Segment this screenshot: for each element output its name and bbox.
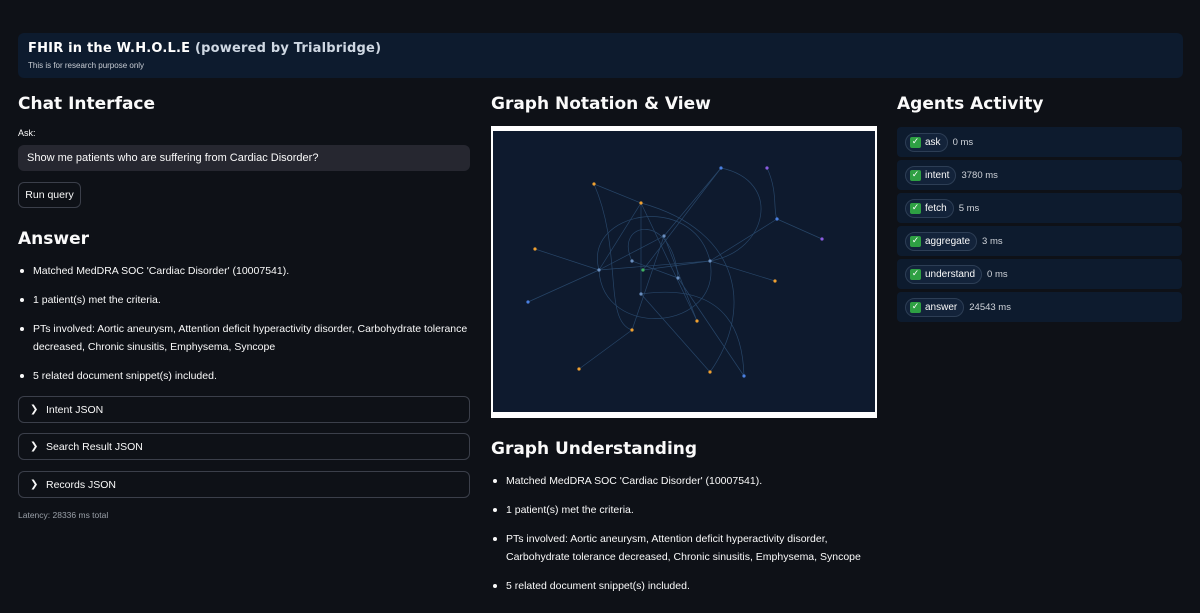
- chevron-right-icon: ❯: [30, 441, 39, 452]
- answer-item: Matched MedDRA SOC 'Cardiac Disorder' (1…: [18, 262, 478, 280]
- agent-badge: ✓ intent: [905, 165, 957, 185]
- agent-name: fetch: [925, 202, 947, 214]
- graph-node[interactable]: [630, 259, 634, 263]
- agent-card-intent: ✓ intent 3780 ms: [897, 160, 1182, 190]
- graph-node[interactable]: [765, 166, 769, 170]
- check-icon: ✓: [910, 301, 921, 313]
- agent-duration: 0 ms: [987, 268, 1008, 280]
- expander-records-json[interactable]: ❯ Records JSON: [18, 471, 470, 498]
- agents-heading: Agents Activity: [897, 94, 1044, 114]
- graph-node[interactable]: [676, 276, 680, 280]
- agent-name: intent: [925, 169, 950, 181]
- graph-node[interactable]: [708, 259, 712, 263]
- agent-card-ask: ✓ ask 0 ms: [897, 127, 1182, 157]
- agent-card-answer: ✓ answer 24543 ms: [897, 292, 1182, 322]
- app-title: FHIR in the W.H.O.L.E (powered by Trialb…: [28, 41, 1173, 56]
- agent-badge: ✓ answer: [905, 297, 965, 317]
- agent-card-aggregate: ✓ aggregate 3 ms: [897, 226, 1182, 256]
- graph-node[interactable]: [526, 300, 530, 304]
- agent-name: understand: [925, 268, 976, 280]
- agent-badge: ✓ ask: [905, 132, 948, 152]
- graph-node[interactable]: [577, 367, 581, 371]
- graph-node[interactable]: [630, 328, 634, 332]
- chat-heading: Chat Interface: [18, 94, 156, 114]
- answer-item: PTs involved: Aortic aneurysm, Attention…: [18, 320, 478, 356]
- run-query-button[interactable]: Run query: [18, 182, 81, 208]
- agent-name: answer: [925, 301, 958, 313]
- graph-node[interactable]: [639, 292, 643, 296]
- chevron-right-icon: ❯: [30, 404, 39, 415]
- agent-duration: 3780 ms: [961, 169, 998, 181]
- query-input[interactable]: [18, 145, 470, 171]
- graph-node[interactable]: [639, 201, 643, 205]
- latency-text: Latency: 28336 ms total: [18, 510, 109, 520]
- expander-label: Search Result JSON: [46, 440, 143, 453]
- graph-node[interactable]: [695, 319, 699, 323]
- agent-card-fetch: ✓ fetch 5 ms: [897, 193, 1182, 223]
- check-icon: ✓: [910, 235, 921, 247]
- agent-badge: ✓ understand: [905, 264, 983, 284]
- agent-duration: 24543 ms: [969, 301, 1011, 313]
- graph-understanding-heading: Graph Understanding: [491, 439, 698, 459]
- graph-node[interactable]: [773, 279, 777, 283]
- agent-badge: ✓ aggregate: [905, 231, 978, 251]
- graph-node[interactable]: [533, 247, 537, 251]
- agent-duration: 3 ms: [982, 235, 1003, 247]
- app-title-main: FHIR in the W.H.O.L.E: [28, 41, 191, 56]
- agent-card-understand: ✓ understand 0 ms: [897, 259, 1182, 289]
- chevron-right-icon: ❯: [30, 479, 39, 490]
- agent-name: aggregate: [925, 235, 971, 247]
- ask-label: Ask:: [18, 128, 36, 138]
- expander-label: Intent JSON: [46, 403, 104, 416]
- app-subtitle: This is for research purpose only: [28, 61, 145, 70]
- agent-duration: 0 ms: [952, 136, 974, 148]
- answer-list: Matched MedDRA SOC 'Cardiac Disorder' (1…: [18, 262, 478, 396]
- expander-intent-json[interactable]: ❯ Intent JSON: [18, 396, 470, 423]
- agent-badge: ✓ fetch: [905, 198, 954, 218]
- agent-name: ask: [925, 136, 941, 148]
- check-icon: ✓: [910, 136, 921, 148]
- agent-duration: 5 ms: [958, 202, 980, 214]
- expander-label: Records JSON: [46, 478, 117, 491]
- understanding-item: PTs involved: Aortic aneurysm, Attention…: [491, 530, 891, 566]
- header-banner: FHIR in the W.H.O.L.E (powered by Trialb…: [18, 33, 1183, 78]
- graph-node[interactable]: [662, 234, 666, 238]
- graph-node[interactable]: [820, 237, 824, 241]
- graph-node[interactable]: [719, 166, 723, 170]
- expander-search-result-json[interactable]: ❯ Search Result JSON: [18, 433, 470, 460]
- answer-item: 1 patient(s) met the criteria.: [18, 291, 478, 309]
- graph-node[interactable]: [775, 217, 779, 221]
- understanding-item: 5 related document snippet(s) included.: [491, 577, 891, 595]
- answer-item: 5 related document snippet(s) included.: [18, 367, 478, 385]
- check-icon: ✓: [910, 268, 921, 280]
- understanding-item: 1 patient(s) met the criteria.: [491, 501, 891, 519]
- graph-node[interactable]: [592, 182, 596, 186]
- answer-heading: Answer: [18, 229, 89, 249]
- graph-nodes: [526, 166, 824, 378]
- graph-node[interactable]: [742, 374, 746, 378]
- app-title-suffix: (powered by Trialbridge): [190, 41, 382, 56]
- graph-view[interactable]: [491, 126, 877, 418]
- understanding-item: Matched MedDRA SOC 'Cardiac Disorder' (1…: [491, 472, 891, 490]
- graph-canvas[interactable]: [493, 131, 875, 412]
- graph-understanding-list: Matched MedDRA SOC 'Cardiac Disorder' (1…: [491, 472, 891, 606]
- graph-heading: Graph Notation & View: [491, 94, 711, 114]
- check-icon: ✓: [910, 202, 921, 214]
- graph-edges: [527, 167, 823, 377]
- graph-node[interactable]: [708, 370, 712, 374]
- graph-node[interactable]: [597, 268, 601, 272]
- check-icon: ✓: [910, 169, 921, 181]
- graph-node[interactable]: [641, 268, 645, 272]
